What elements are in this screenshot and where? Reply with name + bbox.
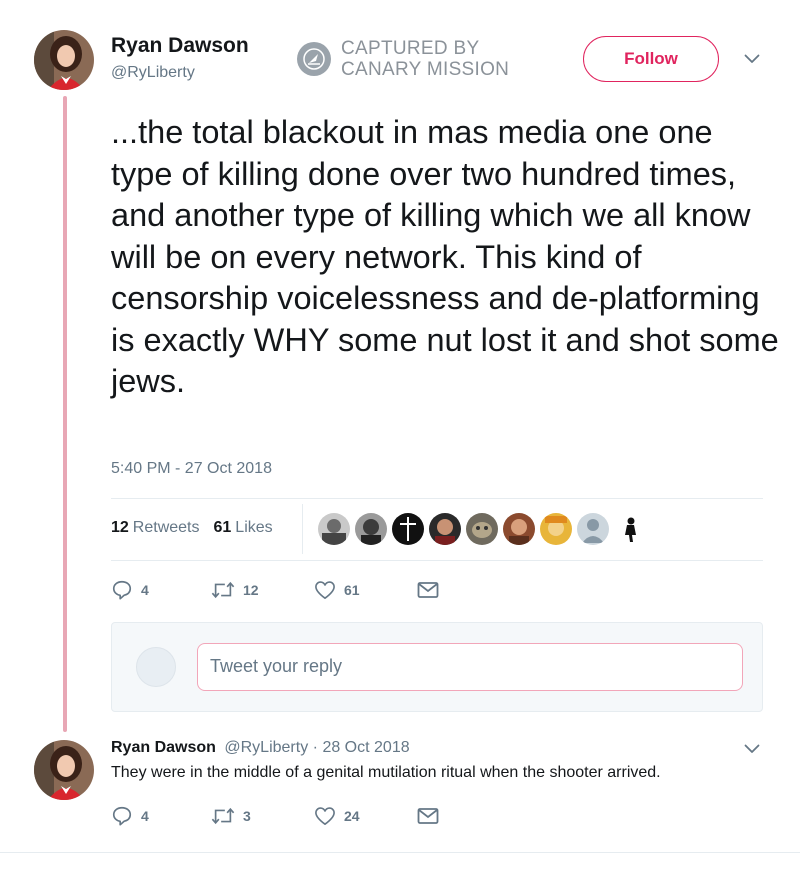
stats-separator <box>302 504 303 554</box>
reply-separator: · <box>312 739 318 756</box>
retweet-icon <box>211 581 235 599</box>
liker-avatar[interactable] <box>392 513 424 545</box>
envelope-icon <box>417 808 439 824</box>
thread-line <box>63 96 67 732</box>
heart-icon <box>315 581 335 599</box>
reply-header: Ryan Dawson @RyLiberty · 28 Oct 2018 <box>111 739 410 757</box>
reply-composer: Tweet your reply <box>111 622 763 712</box>
watermark: CAPTURED BY CANARY MISSION <box>297 38 509 80</box>
like-count: 24 <box>344 808 360 824</box>
liker-avatar[interactable] <box>466 513 498 545</box>
chevron-down-icon[interactable] <box>744 744 760 754</box>
reply-count: 4 <box>141 808 149 824</box>
reply-count: 4 <box>141 582 149 598</box>
retweet-icon <box>211 807 235 825</box>
chevron-down-icon[interactable] <box>744 54 760 64</box>
tweet-timestamp[interactable]: 5:40 PM - 27 Oct 2018 <box>111 460 272 478</box>
like-action[interactable]: 24 <box>314 806 417 826</box>
liker-avatar[interactable] <box>318 513 350 545</box>
retweets-count: 12 <box>111 519 129 536</box>
likers-avatars <box>318 513 646 545</box>
liker-avatar[interactable] <box>355 513 387 545</box>
tweet-text: ...the total blackout in mas media one o… <box>111 114 779 399</box>
reply-date[interactable]: 28 Oct 2018 <box>322 739 409 756</box>
watermark-line2: CANARY MISSION <box>341 59 510 80</box>
envelope-icon <box>417 582 439 598</box>
message-action[interactable] <box>417 807 439 825</box>
reply-text: They were in the middle of a genital mut… <box>111 764 661 781</box>
retweet-count: 3 <box>243 808 251 824</box>
reply-author-name[interactable]: Ryan Dawson <box>111 739 216 756</box>
likes-stat[interactable]: 61 Likes <box>214 519 273 537</box>
reply-icon <box>112 580 132 600</box>
follow-button[interactable]: Follow <box>583 36 719 82</box>
reply-author-handle[interactable]: @RyLiberty <box>224 739 308 756</box>
canary-logo-icon <box>297 42 331 76</box>
liker-avatar[interactable] <box>429 513 461 545</box>
likes-label: Likes <box>235 519 273 536</box>
retweet-count: 12 <box>243 582 259 598</box>
reply-input[interactable]: Tweet your reply <box>197 643 743 691</box>
message-action[interactable] <box>417 581 439 599</box>
liker-avatar[interactable] <box>540 513 572 545</box>
author-handle[interactable]: @RyLiberty <box>111 64 195 82</box>
like-count: 61 <box>344 582 360 598</box>
reply-action[interactable]: 4 <box>111 579 211 601</box>
retweet-action[interactable]: 12 <box>211 579 314 601</box>
divider <box>111 498 763 499</box>
author-name[interactable]: Ryan Dawson <box>111 34 249 58</box>
reply-actions: 4 3 24 <box>111 805 439 827</box>
author-avatar[interactable] <box>34 30 94 90</box>
watermark-line1: CAPTURED BY <box>341 38 480 59</box>
liker-avatar[interactable] <box>577 513 609 545</box>
viewer-avatar <box>136 647 176 687</box>
reply-action[interactable]: 4 <box>111 805 211 827</box>
retweets-label: Retweets <box>132 519 200 536</box>
tweet-actions: 4 12 61 <box>111 579 439 601</box>
divider <box>0 852 800 853</box>
retweets-stat[interactable]: 12 Retweets <box>111 519 200 537</box>
divider <box>111 560 763 561</box>
retweet-action[interactable]: 3 <box>211 805 314 827</box>
tweet-stats: 12 Retweets 61 Likes <box>111 519 273 537</box>
liker-avatar[interactable] <box>614 513 646 545</box>
like-action[interactable]: 61 <box>314 580 417 600</box>
heart-icon <box>315 807 335 825</box>
reply-author-avatar[interactable] <box>34 740 94 800</box>
likes-count: 61 <box>213 519 232 536</box>
reply-icon <box>112 806 132 826</box>
liker-avatar[interactable] <box>503 513 535 545</box>
